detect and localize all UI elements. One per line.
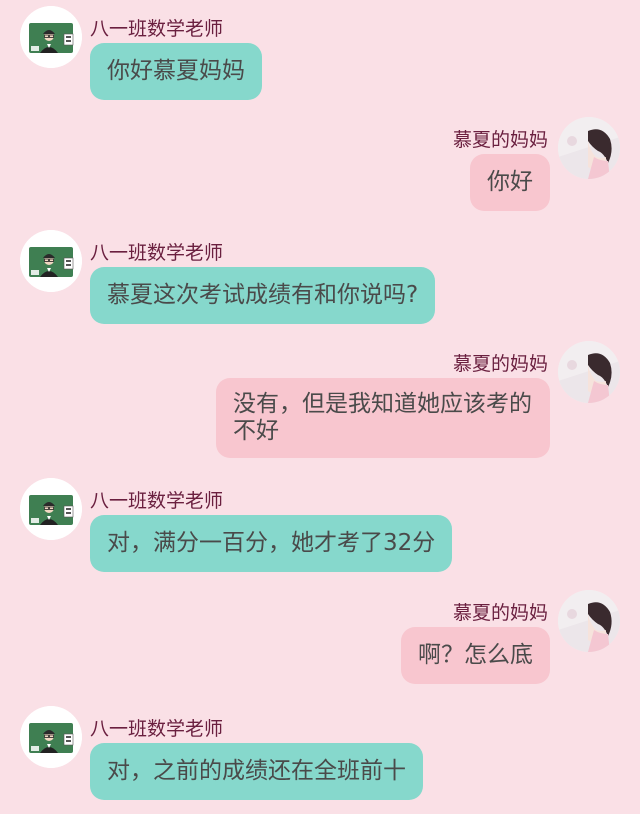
sender-name: 八一班数学老师 (90, 18, 224, 40)
mother-avatar-icon[interactable] (558, 117, 620, 179)
sender-name: 慕夏的妈妈 (452, 602, 548, 624)
message-bubble[interactable]: 慕夏这次考试成绩有和你说吗? (90, 267, 436, 324)
message-bubble[interactable]: 对，之前的成绩还在全班前十 (90, 743, 423, 800)
teacher-avatar-icon[interactable] (20, 706, 82, 768)
message-bubble[interactable]: 你好慕夏妈妈 (90, 43, 262, 100)
teacher-avatar-icon[interactable] (20, 6, 82, 68)
message-bubble[interactable]: 啊？怎么底 (401, 627, 550, 684)
sender-name: 八一班数学老师 (90, 718, 224, 740)
sender-name: 慕夏的妈妈 (452, 129, 548, 151)
message-bubble[interactable]: 对，满分一百分，她才考了32分 (90, 515, 453, 572)
mother-avatar-icon[interactable] (558, 590, 620, 652)
message-bubble[interactable]: 你好 (470, 154, 550, 211)
sender-name: 慕夏的妈妈 (452, 353, 548, 375)
teacher-avatar-icon[interactable] (20, 230, 82, 292)
teacher-avatar-icon[interactable] (20, 478, 82, 540)
sender-name: 八一班数学老师 (90, 242, 224, 264)
message-bubble[interactable]: 没有，但是我知道她应该考的不好 (216, 378, 550, 458)
mother-avatar-icon[interactable] (558, 341, 620, 403)
sender-name: 八一班数学老师 (90, 490, 224, 512)
